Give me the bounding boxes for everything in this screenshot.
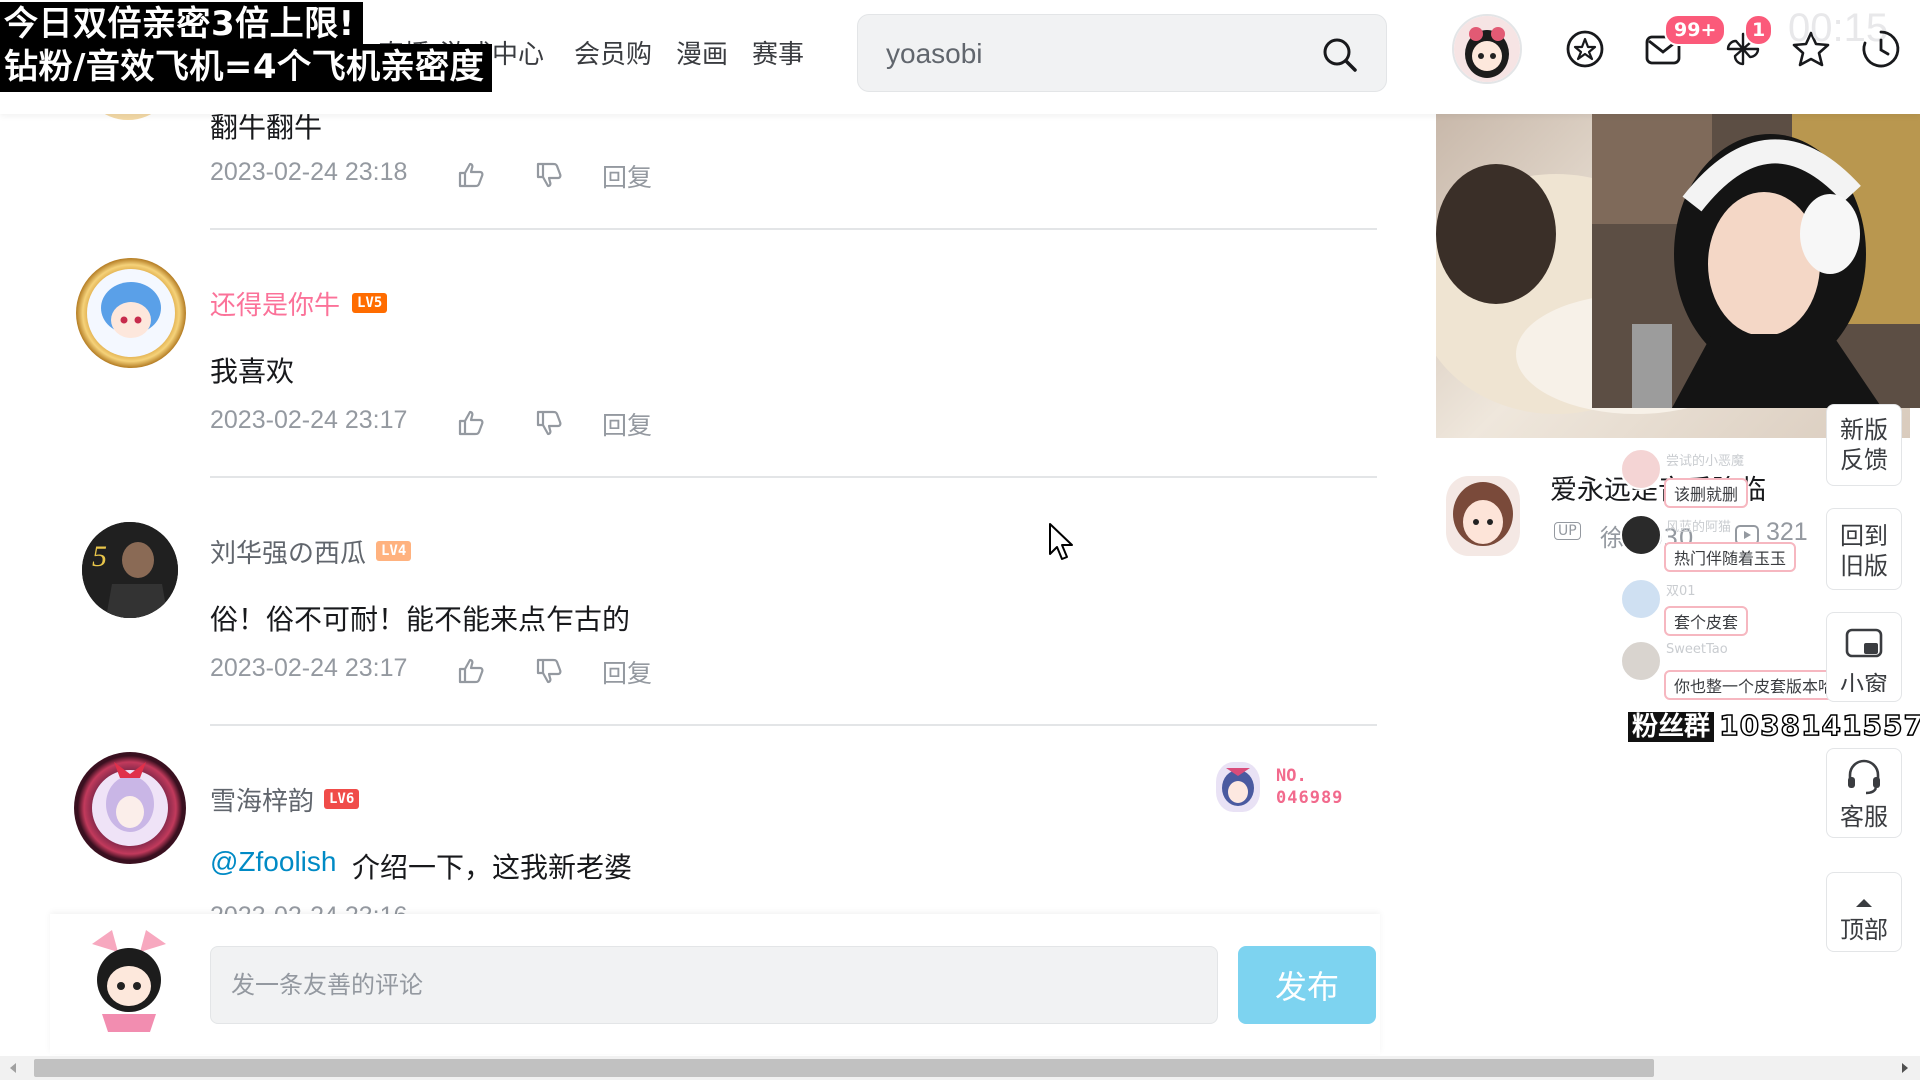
streamer-webcam <box>1592 84 1920 408</box>
comment-avatar[interactable] <box>74 752 186 864</box>
reply-button[interactable]: 回复 <box>602 158 652 194</box>
customer-service-button[interactable]: 客服 <box>1826 748 1902 838</box>
comment-username[interactable]: 刘华强の西瓜 <box>210 533 366 570</box>
user-avatar[interactable] <box>1452 14 1522 84</box>
comment-avatar[interactable]: 5 <box>82 522 178 618</box>
search-bar <box>857 14 1387 92</box>
mini-window-button[interactable]: 小窗 <box>1826 612 1902 702</box>
search-input[interactable] <box>884 33 1308 75</box>
comment-time: 2023-02-24 23:17 <box>210 654 408 682</box>
fan-group-banner: 粉丝群 1038141557 <box>1628 706 1920 743</box>
back-to-top-button[interactable]: 顶部 <box>1826 872 1902 952</box>
author-avatar[interactable] <box>1446 476 1520 556</box>
thumbs-up-icon[interactable] <box>456 160 486 190</box>
old-label-line2: 旧版 <box>1840 552 1888 580</box>
customer-service-label: 客服 <box>1840 803 1888 831</box>
comment-divider <box>210 476 1377 478</box>
dynamic-badge: 1 <box>1744 14 1774 46</box>
thumbs-down-icon[interactable] <box>534 408 564 438</box>
comment-divider <box>210 724 1377 726</box>
user-level-badge: LV4 <box>376 541 412 561</box>
danmu-username: 风蓝的阿猫 <box>1666 520 1732 535</box>
messages-badge: 99+ <box>1664 14 1727 46</box>
user-level-badge: LV5 <box>352 293 388 313</box>
reply-button[interactable]: 回复 <box>602 406 652 442</box>
horizontal-scrollbar[interactable] <box>0 1056 1920 1080</box>
mouse-pointer-icon <box>1049 523 1073 560</box>
fan-medal-avatar <box>1216 762 1260 812</box>
comment-divider <box>210 228 1377 230</box>
fan-number-label: NO. <box>1276 766 1307 786</box>
comment-mention-link[interactable]: @Zfoolish <box>210 846 336 878</box>
danmu-message: 热门伴随着玉玉 <box>1664 542 1797 572</box>
scroll-right-icon[interactable] <box>1900 1062 1910 1074</box>
danmu-username: 尝试的小恶魔 <box>1666 454 1745 469</box>
fan-number: 046989 <box>1276 788 1344 808</box>
comment-avatar[interactable] <box>76 258 186 368</box>
thumbs-up-icon[interactable] <box>456 656 486 686</box>
danmu-avatar <box>1620 448 1662 490</box>
comment-username[interactable]: 还得是你牛 <box>210 285 340 322</box>
up-badge: UP <box>1554 522 1581 540</box>
clock-icon[interactable] <box>1860 28 1902 70</box>
back-to-top-label: 顶部 <box>1840 916 1888 944</box>
arrow-up-icon <box>1856 899 1872 907</box>
danmu-avatar <box>1620 514 1662 556</box>
stream-caption-line1: 今日双倍亲密3倍上限! <box>0 2 363 48</box>
publish-button[interactable]: 发布 <box>1238 946 1376 1024</box>
mini-window-label: 小窗 <box>1840 671 1888 692</box>
comment-time: 2023-02-24 23:17 <box>210 406 408 434</box>
comment-text: 我喜欢 <box>210 355 295 388</box>
feedback-button[interactable]: 新版 反馈 <box>1826 404 1902 486</box>
feedback-label-line1: 新版 <box>1840 416 1888 444</box>
danmu-username: SweetTao <box>1666 642 1728 657</box>
mini-window-icon <box>1845 628 1883 658</box>
thumbs-down-icon[interactable] <box>534 160 564 190</box>
old-label-line1: 回到 <box>1840 522 1888 550</box>
nav-link-membership-shop[interactable]: 会员购 <box>574 34 652 71</box>
horizontal-scrollbar-thumb[interactable] <box>34 1059 1654 1077</box>
danmu-username: 双01 <box>1666 584 1696 599</box>
comment-username[interactable]: 雪海梓韵 <box>210 781 314 818</box>
fan-group-number: 1038141557 <box>1718 708 1920 743</box>
nav-link-esports[interactable]: 赛事 <box>752 34 804 71</box>
scroll-left-icon[interactable] <box>8 1062 18 1074</box>
danmu-message: 该删就删 <box>1664 478 1749 508</box>
danmu-avatar <box>1620 640 1662 682</box>
comment-text: 俗！俗不可耐！能不能来点乍古的 <box>210 603 631 636</box>
comment-time: 2023-02-24 23:18 <box>210 158 408 186</box>
fan-group-label: 粉丝群 <box>1628 712 1715 742</box>
user-level-badge: LV6 <box>324 789 360 809</box>
rocket-circle-icon[interactable] <box>1564 28 1606 70</box>
thumbs-down-icon[interactable] <box>534 656 564 686</box>
my-avatar[interactable] <box>72 922 186 1036</box>
danmu-message: 套个皮套 <box>1664 606 1749 636</box>
svg-text:5: 5 <box>92 540 107 573</box>
danmu-avatar <box>1620 578 1662 620</box>
nav-link-comics[interactable]: 漫画 <box>676 34 728 71</box>
headset-icon <box>1848 759 1880 795</box>
stream-caption-line2: 钻粉/音效飞机=4个飞机亲密度 <box>0 44 493 92</box>
comment-text: 介绍一下，这我新老婆 <box>352 851 633 884</box>
comment-input[interactable] <box>210 946 1218 1024</box>
search-icon[interactable] <box>1320 35 1360 75</box>
feedback-label-line2: 反馈 <box>1840 446 1888 474</box>
back-to-old-version-button[interactable]: 回到 旧版 <box>1826 508 1902 590</box>
reply-button[interactable]: 回复 <box>602 654 652 690</box>
thumbs-up-icon[interactable] <box>456 408 486 438</box>
